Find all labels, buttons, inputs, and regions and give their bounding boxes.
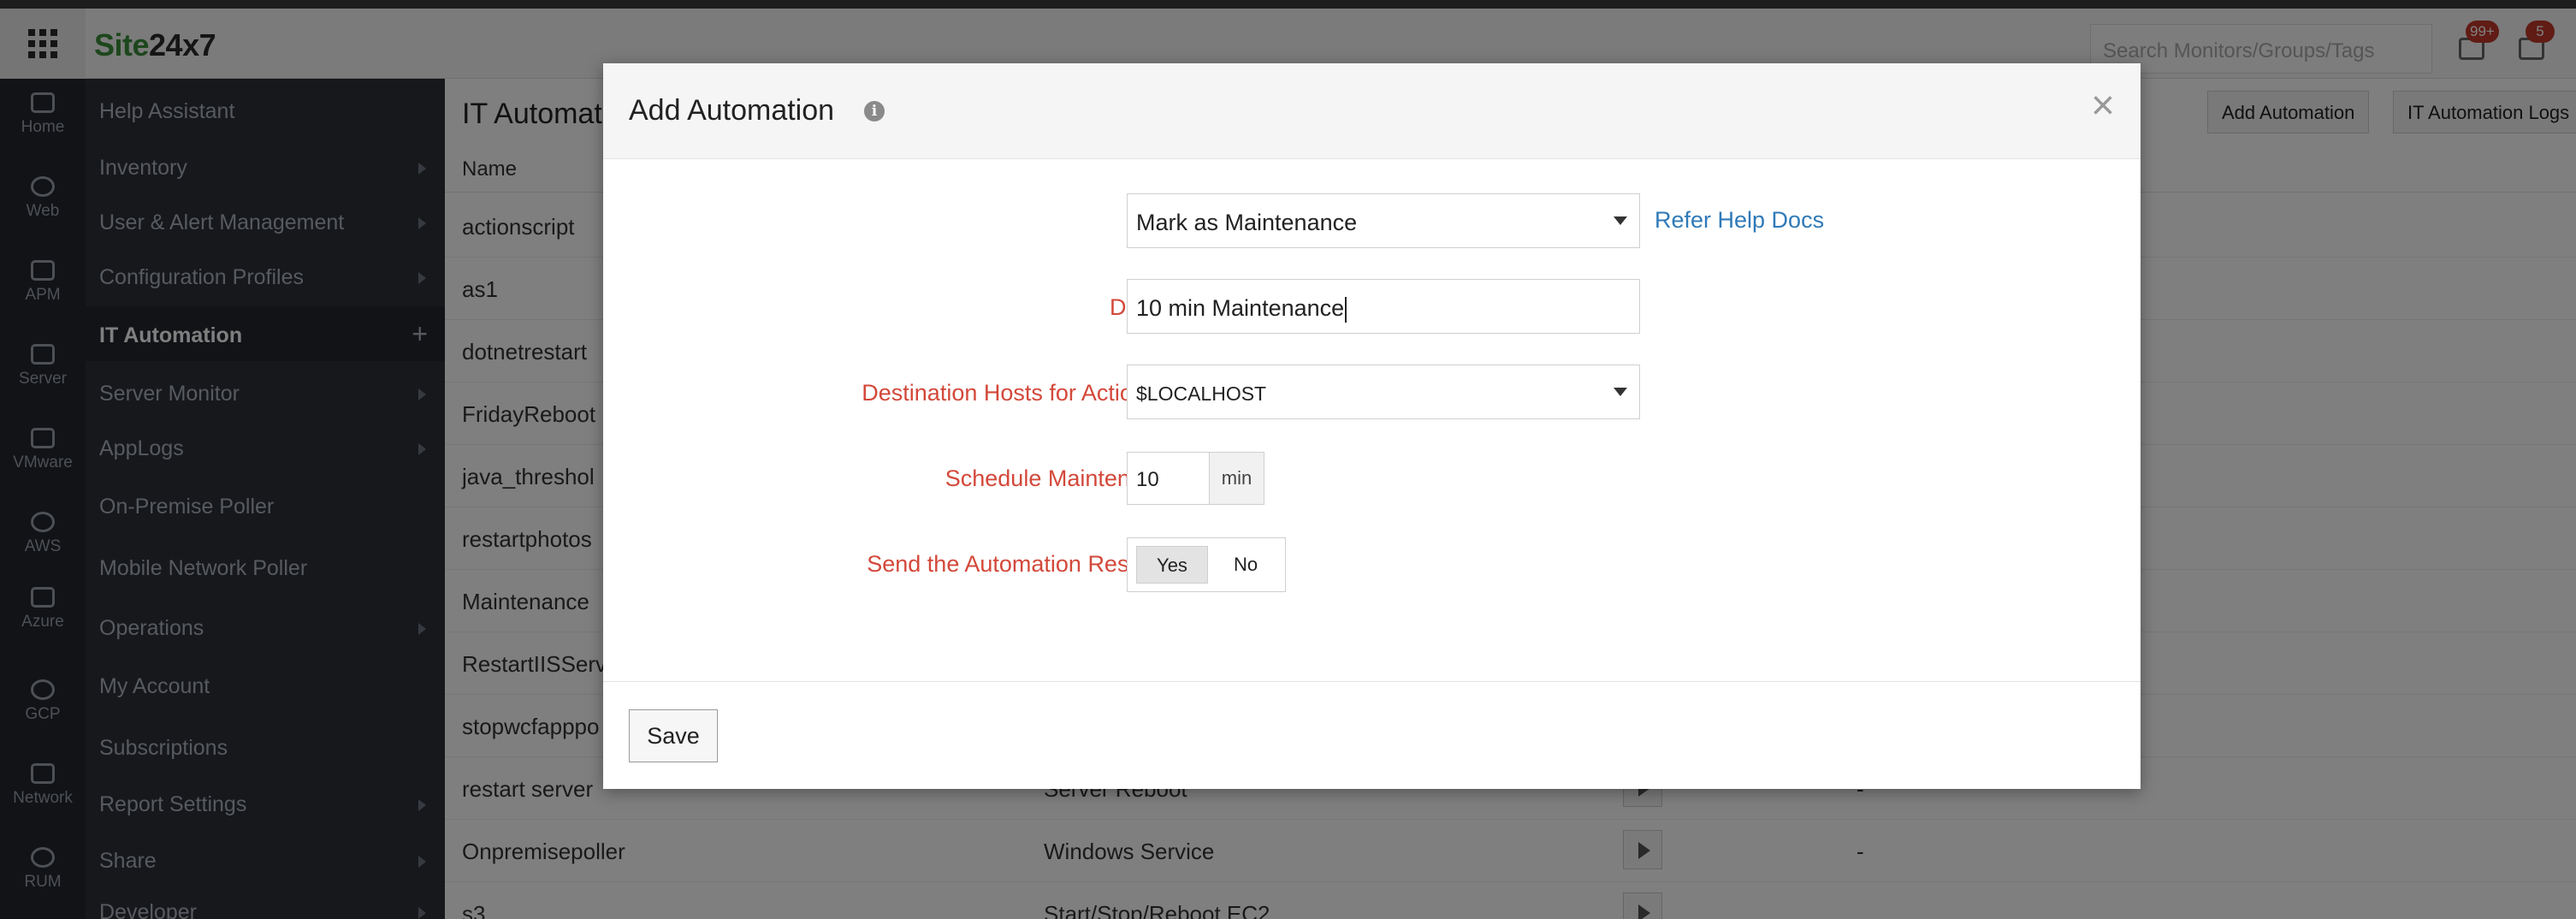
dialog-footer: Save — [603, 681, 2141, 789]
email-no-option[interactable]: No — [1210, 546, 1282, 584]
schedule-period-input[interactable]: 10 — [1127, 452, 1210, 505]
dialog-header: Add Automation i × — [603, 63, 2141, 159]
email-yes-option[interactable]: Yes — [1136, 546, 1208, 584]
schedule-period-unit: min — [1209, 452, 1264, 505]
type-select[interactable]: Mark as Maintenance — [1127, 193, 1640, 248]
info-icon[interactable]: i — [864, 101, 885, 122]
save-button[interactable]: Save — [629, 709, 718, 762]
display-name-input[interactable]: 10 min Maintenance — [1127, 279, 1640, 334]
close-icon[interactable]: × — [2091, 86, 2115, 127]
email-result-toggle: Yes No — [1127, 537, 1286, 592]
caret-down-icon — [1614, 216, 1627, 225]
refer-help-docs-link[interactable]: Refer Help Docs — [1655, 207, 1824, 234]
caret-down-icon — [1614, 388, 1627, 396]
dialog-title: Add Automation — [629, 94, 835, 127]
add-automation-dialog: Add Automation i × Type Mark as Maintena… — [603, 63, 2141, 789]
destination-hosts-select[interactable]: $LOCALHOST — [1127, 365, 1640, 419]
type-selected-value: Mark as Maintenance — [1136, 210, 1358, 235]
text-cursor — [1345, 296, 1347, 323]
display-name-value: 10 min Maintenance — [1136, 295, 1345, 321]
destination-hosts-value: $LOCALHOST — [1136, 382, 1267, 405]
